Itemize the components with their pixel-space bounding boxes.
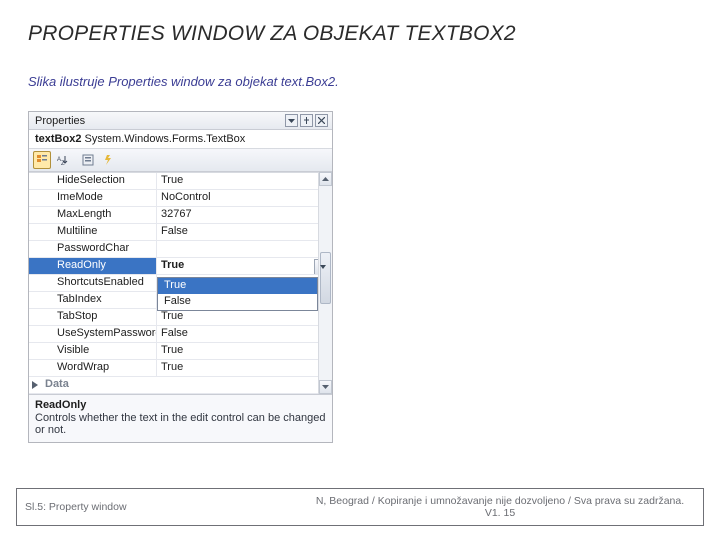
property-value[interactable]: True: [157, 360, 332, 376]
property-value[interactable]: True: [157, 309, 332, 325]
object-type: System.Windows.Forms.TextBox: [85, 133, 246, 145]
property-value[interactable]: NoControl: [157, 190, 332, 206]
object-name: textBox2: [35, 133, 81, 145]
property-name: HideSelection: [29, 173, 157, 189]
property-name: TabStop: [29, 309, 157, 325]
property-name: WordWrap: [29, 360, 157, 376]
help-panel: ReadOnly Controls whether the text in th…: [29, 394, 332, 442]
properties-tab-button[interactable]: [79, 151, 97, 169]
property-value[interactable]: 32767: [157, 207, 332, 223]
property-row[interactable]: ImeModeNoControl: [29, 190, 332, 207]
scroll-up-icon[interactable]: [319, 172, 332, 186]
panel-header: Properties: [29, 112, 332, 130]
property-row[interactable]: VisibleTrue: [29, 343, 332, 360]
property-name: TabIndex: [29, 292, 157, 308]
help-property-name: ReadOnly: [35, 399, 326, 411]
property-row[interactable]: TabStopTrue: [29, 309, 332, 326]
property-row[interactable]: PasswordChar: [29, 241, 332, 258]
dropdown-button-icon[interactable]: [285, 114, 298, 127]
version-line: V1. 15: [305, 507, 695, 519]
page-footer: Sl.5: Property window N, Beograd / Kopir…: [16, 488, 704, 526]
properties-toolbar: AZ: [29, 149, 332, 172]
property-row[interactable]: ReadOnlyTrue: [29, 258, 332, 275]
property-row[interactable]: HideSelectionTrue: [29, 173, 332, 190]
scroll-down-icon[interactable]: [319, 380, 332, 394]
property-name: Multiline: [29, 224, 157, 240]
figure-caption: Sl.5: Property window: [17, 489, 297, 525]
scroll-thumb[interactable]: [320, 252, 331, 304]
events-tab-button[interactable]: [99, 151, 117, 169]
value-dropdown[interactable]: TrueFalse: [157, 277, 318, 311]
property-value[interactable]: True: [157, 258, 332, 274]
property-name: PasswordChar: [29, 241, 157, 257]
category-row[interactable]: Data: [29, 377, 332, 394]
copyright-block: N, Beograd / Kopiranje i umnožavanje nij…: [297, 489, 703, 525]
property-name: ImeMode: [29, 190, 157, 206]
property-name: ReadOnly: [29, 258, 157, 274]
property-value[interactable]: False: [157, 224, 332, 240]
page-subtitle: Slika ilustruje Properties window za obj…: [28, 74, 692, 89]
vertical-scrollbar[interactable]: [318, 172, 332, 394]
property-row[interactable]: MaxLength32767: [29, 207, 332, 224]
property-row[interactable]: UseSystemPasswordCharFalse: [29, 326, 332, 343]
property-name: UseSystemPasswordChar: [29, 326, 157, 342]
property-row[interactable]: WordWrapTrue: [29, 360, 332, 377]
close-icon[interactable]: [315, 114, 328, 127]
property-name: ShortcutsEnabled: [29, 275, 157, 291]
properties-grid: HideSelectionTrueImeModeNoControlMaxLeng…: [29, 172, 332, 394]
property-row[interactable]: MultilineFalse: [29, 224, 332, 241]
page-title: PROPERTIES WINDOW ZA OBJEKAT TEXTBOX2: [28, 22, 692, 46]
properties-window: Properties textBox2 System.Windows.Forms…: [28, 111, 333, 443]
property-value[interactable]: [157, 241, 332, 257]
alphabetical-button[interactable]: AZ: [53, 151, 71, 169]
dropdown-option[interactable]: True: [158, 278, 317, 294]
property-name: Visible: [29, 343, 157, 359]
property-value[interactable]: True: [157, 173, 332, 189]
object-selector[interactable]: textBox2 System.Windows.Forms.TextBox: [29, 130, 332, 149]
categorized-button[interactable]: [33, 151, 51, 169]
copyright-line: N, Beograd / Kopiranje i umnožavanje nij…: [305, 495, 695, 507]
pin-icon[interactable]: [300, 114, 313, 127]
property-value[interactable]: True: [157, 343, 332, 359]
category-label: Data: [43, 377, 332, 393]
dropdown-option[interactable]: False: [158, 294, 317, 310]
help-property-desc: Controls whether the text in the edit co…: [35, 412, 326, 436]
property-name: MaxLength: [29, 207, 157, 223]
property-value[interactable]: False: [157, 326, 332, 342]
expand-icon[interactable]: [29, 377, 43, 393]
panel-title: Properties: [35, 115, 283, 127]
